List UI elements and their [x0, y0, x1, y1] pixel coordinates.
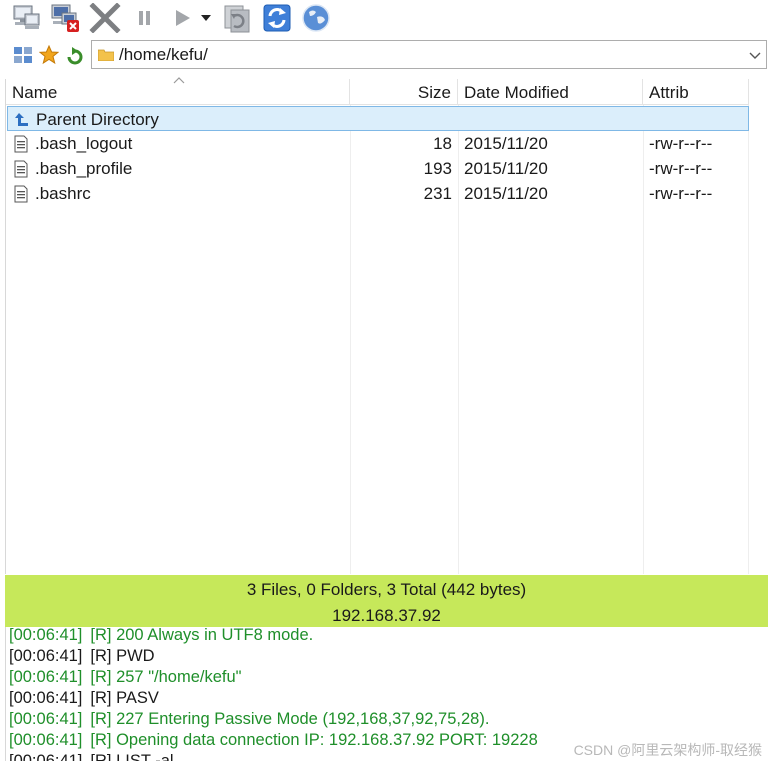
row-size: 231 [423, 184, 452, 203]
parent-directory-row[interactable]: Parent Directory [7, 106, 749, 131]
row-size [351, 107, 453, 132]
queue-icon[interactable] [221, 2, 253, 34]
address-bar: /home/kefu/ [0, 38, 768, 72]
up-folder-icon[interactable] [63, 44, 85, 66]
row-attrib [650, 107, 750, 132]
up-arrow-icon [15, 112, 28, 126]
table-row[interactable]: .bash_profile 193 2015/11/20 -rw-r--r-- [7, 156, 749, 181]
row-name: .bashrc [35, 184, 91, 203]
chevron-down-icon[interactable] [748, 48, 762, 62]
globe-icon[interactable] [300, 2, 332, 34]
row-name: Parent Directory [36, 110, 159, 129]
table-row[interactable]: .bashrc 231 2015/11/20 -rw-r--r-- [7, 181, 749, 206]
folder-icon [98, 49, 114, 61]
log-line: [00:06:41] [R] LIST -al [9, 752, 174, 761]
log-line: [00:06:41] [R] 200 Always in UTF8 mode. [9, 627, 314, 644]
address-path: /home/kefu/ [119, 44, 208, 64]
log-line: [00:06:41] [R] Opening data connection IP… [9, 731, 538, 749]
row-date: 2015/11/20 [464, 134, 548, 153]
play-icon[interactable] [166, 2, 198, 34]
row-name-cell: .bash_profile [13, 156, 349, 181]
log-line: [00:06:41] [R] 227 Entering Passive Mode … [9, 710, 490, 728]
row-name: .bash_logout [35, 134, 133, 153]
abort-icon[interactable] [89, 2, 121, 34]
site-manager-icon[interactable] [12, 44, 34, 66]
refresh-icon[interactable] [261, 2, 293, 34]
column-size[interactable]: Size [350, 79, 458, 105]
column-date-modified[interactable]: Date Modified [458, 79, 643, 105]
dropdown-icon[interactable] [196, 2, 216, 34]
file-icon [14, 185, 28, 202]
log-line: [00:06:41] [R] PWD [9, 647, 155, 665]
row-date [465, 107, 645, 132]
status-bar: 3 Files, 0 Folders, 3 Total (442 bytes) … [5, 575, 768, 627]
row-attrib: -rw-r--r-- [649, 184, 713, 203]
row-name-cell: .bash_logout [13, 131, 349, 156]
row-name: .bash_profile [35, 159, 133, 178]
row-name-cell: .bashrc [13, 181, 349, 206]
pause-icon[interactable] [129, 2, 161, 34]
connect-icon[interactable] [10, 2, 42, 34]
row-date: 2015/11/20 [464, 159, 548, 178]
row-size: 193 [423, 159, 452, 178]
disconnect-icon[interactable] [49, 2, 81, 34]
watermark: CSDN @阿里云架构师-取经猴 [573, 742, 762, 758]
row-date: 2015/11/20 [464, 184, 548, 203]
status-summary: 3 Files, 0 Folders, 3 Total (442 bytes) [246, 580, 527, 599]
column-attrib[interactable]: Attrib [643, 79, 749, 105]
log-line: [00:06:41] [R] PASV [9, 689, 159, 707]
row-attrib: -rw-r--r-- [649, 159, 713, 178]
log-line: [00:06:41] [R] 257 "/home/kefu" [9, 668, 242, 686]
address-field[interactable]: /home/kefu/ [91, 40, 767, 69]
table-row[interactable]: .bash_logout 18 2015/11/20 -rw-r--r-- [7, 131, 749, 156]
status-host: 192.168.37.92 [332, 606, 441, 625]
file-icon [14, 135, 28, 152]
file-list: Name Size Date Modified Attrib Parent Di… [5, 77, 768, 574]
row-name-cell: Parent Directory [14, 107, 350, 132]
row-size: 18 [433, 134, 452, 153]
sort-ascending-icon [173, 77, 185, 84]
column-header: Name Size Date Modified Attrib [6, 77, 749, 105]
star-icon[interactable] [38, 44, 60, 66]
row-attrib: -rw-r--r-- [649, 134, 713, 153]
file-icon [14, 160, 28, 177]
toolbar [0, 0, 768, 36]
